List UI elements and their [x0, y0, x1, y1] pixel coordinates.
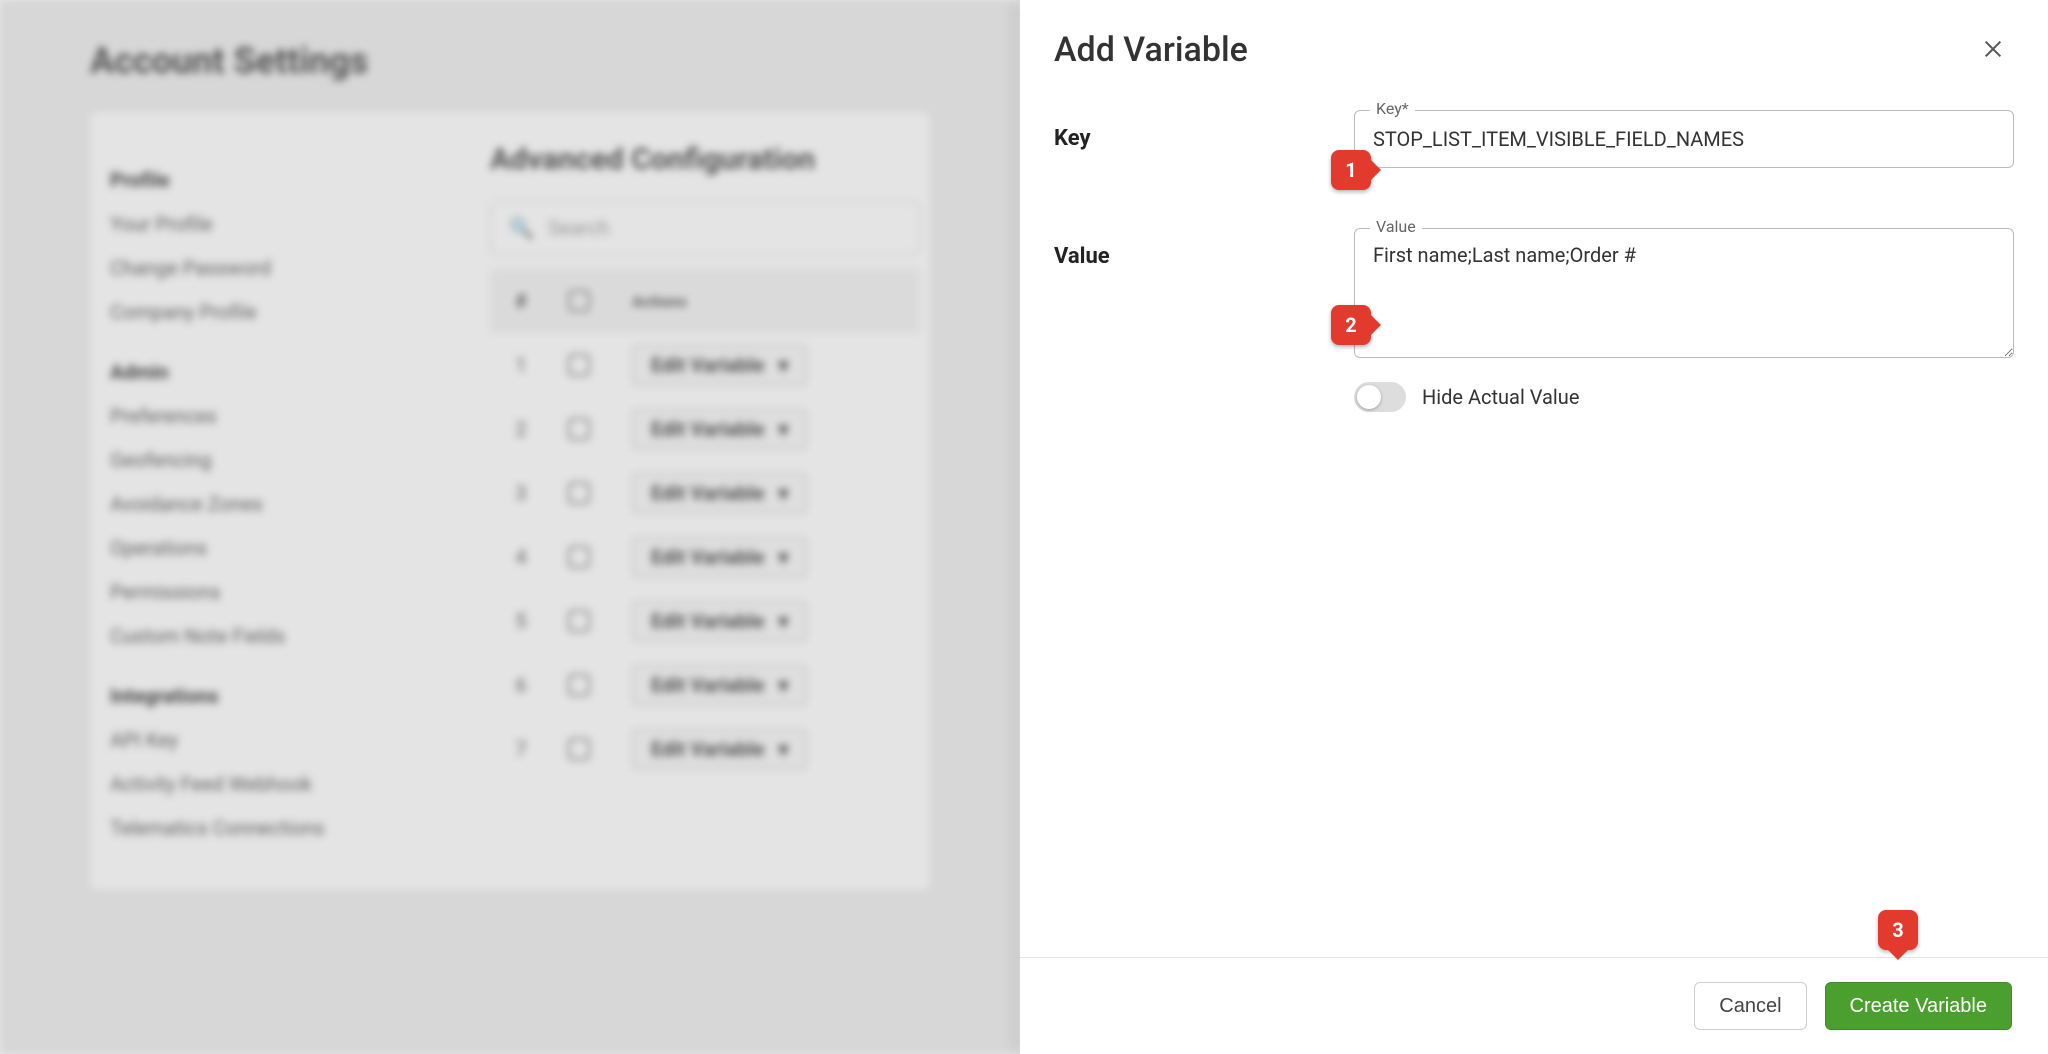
key-float-label: Key*	[1370, 99, 1415, 118]
hide-value-toggle[interactable]	[1354, 382, 1406, 412]
panel-body: Key Key* Value Value Hide Actual Value	[1020, 110, 2048, 957]
value-float-label: Value	[1370, 217, 1422, 236]
create-variable-button[interactable]: Create Variable	[1825, 982, 2012, 1030]
key-label: Key	[1054, 110, 1324, 151]
panel-footer: Cancel Create Variable	[1020, 957, 2048, 1054]
value-input[interactable]	[1354, 228, 2014, 358]
callout-3: 3	[1878, 910, 1918, 950]
hide-value-row: Hide Actual Value	[1354, 382, 2014, 412]
value-label: Value	[1054, 228, 1324, 269]
value-field-wrap: Value Hide Actual Value	[1354, 228, 2014, 412]
add-variable-panel: Add Variable Key Key* Value Value Hide A…	[1020, 0, 2048, 1054]
panel-header: Add Variable	[1020, 0, 2048, 110]
key-field-wrap: Key*	[1354, 110, 2014, 168]
cancel-button[interactable]: Cancel	[1694, 982, 1806, 1030]
modal-overlay	[0, 0, 1020, 1054]
value-row: Value Value Hide Actual Value	[1054, 228, 2014, 412]
callout-1: 1	[1331, 150, 1371, 190]
hide-value-label: Hide Actual Value	[1422, 385, 1579, 409]
key-row: Key Key*	[1054, 110, 2014, 168]
key-input[interactable]	[1354, 110, 2014, 168]
close-button[interactable]	[1978, 34, 2008, 67]
close-icon	[1982, 38, 2004, 60]
callout-2: 2	[1331, 305, 1371, 345]
panel-title: Add Variable	[1054, 30, 1248, 70]
